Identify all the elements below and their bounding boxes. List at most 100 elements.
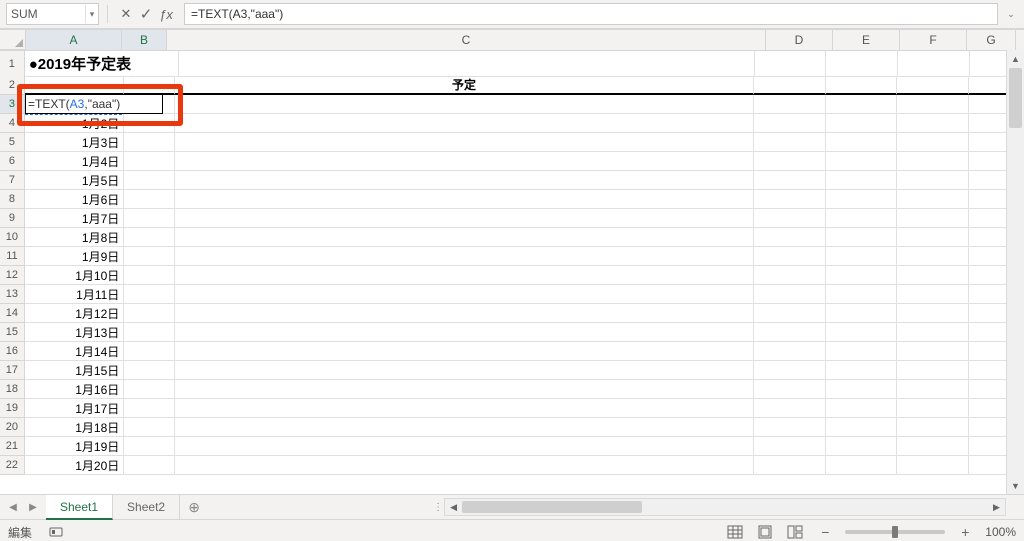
cell-A20[interactable]: 1月18日 xyxy=(25,418,124,437)
cell-C14[interactable] xyxy=(175,304,754,323)
cell-E21[interactable] xyxy=(826,437,898,456)
cell-C13[interactable] xyxy=(175,285,754,304)
cell-F5[interactable] xyxy=(897,133,969,152)
cell-C7[interactable] xyxy=(175,171,754,190)
cell-E9[interactable] xyxy=(826,209,898,228)
view-page-break-button[interactable] xyxy=(785,523,805,541)
cell-B16[interactable] xyxy=(124,342,175,361)
row-header-10[interactable]: 10 xyxy=(0,228,25,247)
cell-D12[interactable] xyxy=(754,266,826,285)
cell-C21[interactable] xyxy=(175,437,754,456)
cell-A15[interactable]: 1月13日 xyxy=(25,323,124,342)
cell-C15[interactable] xyxy=(175,323,754,342)
cell-A12[interactable]: 1月10日 xyxy=(25,266,124,285)
cell-F16[interactable] xyxy=(897,342,969,361)
row-header-11[interactable]: 11 xyxy=(0,247,25,266)
row-header-14[interactable]: 14 xyxy=(0,304,25,323)
cell-A2[interactable] xyxy=(25,76,124,95)
row-header-18[interactable]: 18 xyxy=(0,380,25,399)
cell-D13[interactable] xyxy=(754,285,826,304)
cancel-button[interactable]: ✕ xyxy=(116,4,136,24)
cell-D5[interactable] xyxy=(754,133,826,152)
cell-F19[interactable] xyxy=(897,399,969,418)
cell-A9[interactable]: 1月7日 xyxy=(25,209,124,228)
cell-F2[interactable] xyxy=(897,76,969,95)
cell-D10[interactable] xyxy=(754,228,826,247)
col-header-E[interactable]: E xyxy=(833,30,900,50)
cell-C10[interactable] xyxy=(175,228,754,247)
cell-edit-input[interactable]: =TEXT(A3,"aaa") xyxy=(25,94,163,114)
cell-C5[interactable] xyxy=(175,133,754,152)
cell-E13[interactable] xyxy=(826,285,898,304)
cell-F4[interactable] xyxy=(897,114,969,133)
cell-E18[interactable] xyxy=(826,380,898,399)
cell-B21[interactable] xyxy=(124,437,175,456)
cell-A22[interactable]: 1月20日 xyxy=(25,456,124,475)
add-sheet-button[interactable]: ⊕ xyxy=(180,495,208,519)
cell-B22[interactable] xyxy=(124,456,175,475)
cell-B4[interactable] xyxy=(124,114,175,133)
cell-D6[interactable] xyxy=(754,152,826,171)
cell-A19[interactable]: 1月17日 xyxy=(25,399,124,418)
cell-A11[interactable]: 1月9日 xyxy=(25,247,124,266)
cell-E5[interactable] xyxy=(826,133,898,152)
col-header-F[interactable]: F xyxy=(900,30,967,50)
cell-D19[interactable] xyxy=(754,399,826,418)
cell-D21[interactable] xyxy=(754,437,826,456)
cell-A17[interactable]: 1月15日 xyxy=(25,361,124,380)
cell-C8[interactable] xyxy=(175,190,754,209)
cell-F8[interactable] xyxy=(897,190,969,209)
col-header-A[interactable]: A xyxy=(26,30,122,50)
name-box[interactable]: SUM ▾ xyxy=(6,3,99,25)
cell-F20[interactable] xyxy=(897,418,969,437)
cell-B1[interactable] xyxy=(129,51,180,77)
cell-D15[interactable] xyxy=(754,323,826,342)
cell-F11[interactable] xyxy=(897,247,969,266)
cell-B19[interactable] xyxy=(124,399,175,418)
cell-C6[interactable] xyxy=(175,152,754,171)
cell-B9[interactable] xyxy=(124,209,175,228)
cell-E10[interactable] xyxy=(826,228,898,247)
cell-B11[interactable] xyxy=(124,247,175,266)
cell-D11[interactable] xyxy=(754,247,826,266)
cell-D17[interactable] xyxy=(754,361,826,380)
cell-E12[interactable] xyxy=(826,266,898,285)
insert-function-button[interactable]: ƒx xyxy=(156,4,176,24)
zoom-in-button[interactable]: + xyxy=(955,523,975,541)
cell-F1[interactable] xyxy=(898,51,970,77)
cell-A4[interactable]: 1月2日 xyxy=(25,114,124,133)
row-header-12[interactable]: 12 xyxy=(0,266,25,285)
tab-nav-next-icon[interactable]: ▶ xyxy=(26,500,40,514)
cell-A6[interactable]: 1月4日 xyxy=(25,152,124,171)
cell-D3[interactable] xyxy=(754,95,826,114)
cell-E3[interactable] xyxy=(826,95,898,114)
cell-E16[interactable] xyxy=(826,342,898,361)
row-header-4[interactable]: 4 xyxy=(0,114,25,133)
cell-A18[interactable]: 1月16日 xyxy=(25,380,124,399)
row-header-15[interactable]: 15 xyxy=(0,323,25,342)
cell-B17[interactable] xyxy=(124,361,175,380)
row-header-16[interactable]: 16 xyxy=(0,342,25,361)
cell-C11[interactable] xyxy=(175,247,754,266)
row-header-13[interactable]: 13 xyxy=(0,285,25,304)
row-header-6[interactable]: 6 xyxy=(0,152,25,171)
cell-A8[interactable]: 1月6日 xyxy=(25,190,124,209)
tab-split-handle[interactable]: ⋮ xyxy=(432,495,444,519)
cell-F22[interactable] xyxy=(897,456,969,475)
row-header-21[interactable]: 21 xyxy=(0,437,25,456)
cell-D7[interactable] xyxy=(754,171,826,190)
scroll-left-button[interactable]: ◀ xyxy=(445,502,462,513)
cell-B13[interactable] xyxy=(124,285,175,304)
formula-input[interactable]: =TEXT(A3,"aaa") xyxy=(184,3,998,25)
cell-A16[interactable]: 1月14日 xyxy=(25,342,124,361)
cell-B10[interactable] xyxy=(124,228,175,247)
row-header-22[interactable]: 22 xyxy=(0,456,25,475)
cell-F21[interactable] xyxy=(897,437,969,456)
cell-A14[interactable]: 1月12日 xyxy=(25,304,124,323)
row-header-19[interactable]: 19 xyxy=(0,399,25,418)
h-scroll-thumb[interactable] xyxy=(462,501,642,513)
cell-B5[interactable] xyxy=(124,133,175,152)
row-header-7[interactable]: 7 xyxy=(0,171,25,190)
tab-nav-prev-icon[interactable]: ◀ xyxy=(6,500,20,514)
cell-B7[interactable] xyxy=(124,171,175,190)
